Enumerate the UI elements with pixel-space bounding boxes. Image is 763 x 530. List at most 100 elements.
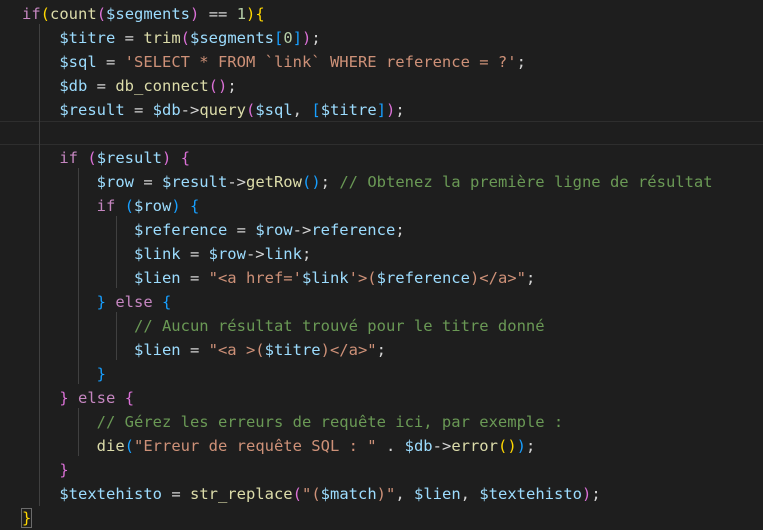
code-token: ,	[292, 101, 312, 119]
code-token: )"	[376, 485, 396, 503]
code-token: else	[106, 293, 153, 311]
code-token: $match	[320, 485, 377, 503]
code-token: 'SELECT * FROM `link` WHERE reference = …	[124, 53, 517, 71]
code-line[interactable]: }	[22, 458, 69, 482]
code-token: ()	[497, 437, 517, 455]
code-line[interactable]: $link = $row->link;	[22, 242, 311, 266]
code-token: "(	[301, 485, 321, 503]
code-token: (	[246, 101, 256, 119]
code-token: ;	[376, 341, 386, 359]
code-token: ->	[180, 101, 200, 119]
code-token: ;	[320, 173, 340, 191]
code-line[interactable]: } else {	[22, 290, 172, 314]
code-token: error	[451, 437, 498, 455]
code-token: $row	[208, 245, 246, 263]
code-token: die	[22, 437, 125, 455]
code-line[interactable]: // Gérez les erreurs de requête ici, par…	[22, 410, 564, 434]
code-token: .	[376, 437, 405, 455]
code-token: $titre	[320, 101, 377, 119]
code-token: )	[246, 5, 256, 23]
code-token: )	[190, 5, 200, 23]
code-token: ->	[245, 245, 265, 263]
code-token: // Obtenez la première ligne de résultat	[339, 173, 713, 191]
code-token: getRow	[245, 173, 302, 191]
code-editor[interactable]: if(count($segments) == 1){ $titre = trim…	[0, 0, 763, 528]
code-token: $reference	[376, 269, 470, 287]
code-line[interactable]: // Aucun résultat trouvé pour le titre d…	[22, 314, 545, 338]
code-token: $link	[301, 269, 349, 287]
code-token: reference	[311, 221, 396, 239]
code-token: $result	[161, 173, 228, 191]
code-token: str_replace	[189, 485, 293, 503]
code-token: }	[22, 461, 69, 479]
code-line[interactable]: if(count($segments) == 1){	[22, 2, 265, 26]
code-line[interactable]: $db = db_connect();	[22, 74, 236, 98]
code-token: ;	[525, 269, 536, 287]
code-token: )	[516, 437, 526, 455]
code-token: {	[124, 389, 135, 407]
code-token: ;	[591, 485, 601, 503]
code-line[interactable]: if ($row) {	[22, 194, 200, 218]
code-token: $textehisto	[479, 485, 582, 503]
code-line[interactable]: } else {	[22, 386, 134, 410]
code-token: }	[22, 293, 106, 311]
code-token: query	[199, 101, 246, 119]
code-token: ;	[395, 221, 405, 239]
code-line[interactable]: $lien = "<a >($titre)</a>";	[22, 338, 386, 362]
code-token: =	[115, 29, 144, 47]
code-token: )	[386, 101, 396, 119]
code-token: ;	[516, 53, 526, 71]
code-line[interactable]: }	[22, 362, 106, 386]
code-token: (	[124, 197, 135, 215]
code-token: ]	[376, 101, 387, 119]
code-token: "<a >(	[208, 341, 265, 359]
code-token: (	[180, 29, 190, 47]
code-token: =	[161, 485, 190, 503]
code-token: $link	[22, 245, 181, 263]
code-line[interactable]: $result = $db->query($sql, [$titre]);	[22, 98, 405, 122]
code-token: $result	[96, 149, 163, 167]
code-token: }	[20, 508, 33, 528]
code-token: $row	[22, 173, 134, 191]
code-token: link	[264, 245, 302, 263]
code-token: =	[227, 221, 256, 239]
code-token: if	[22, 149, 78, 167]
code-line[interactable]: $titre = trim($segments[0]);	[22, 26, 320, 50]
code-token: {	[255, 5, 265, 23]
code-line[interactable]: $lien = "<a href='$link'>($reference)</a…	[22, 266, 535, 290]
code-token: if	[22, 197, 116, 215]
code-token: ==	[199, 5, 237, 23]
code-token: $titre	[264, 341, 321, 359]
code-token: $reference	[22, 221, 228, 239]
code-token: (	[96, 5, 107, 23]
code-token: $segments	[106, 5, 191, 23]
code-line[interactable]: $reference = $row->reference;	[22, 218, 405, 242]
code-line[interactable]: }	[20, 506, 33, 530]
code-token: [	[274, 29, 284, 47]
code-token: =	[96, 53, 125, 71]
code-token: ;	[526, 437, 536, 455]
code-token: else	[68, 389, 116, 407]
code-token: =	[180, 269, 209, 287]
code-token: $row	[134, 197, 172, 215]
code-token: ;	[395, 101, 405, 119]
code-line[interactable]: if ($result) {	[22, 146, 190, 170]
code-token: $sql	[22, 53, 97, 71]
code-token: $db	[404, 437, 433, 455]
code-line[interactable]: $textehisto = str_replace("($match)", $l…	[22, 482, 601, 506]
code-token: "Erreur de requête SQL : "	[134, 437, 377, 455]
code-token: =	[133, 173, 162, 191]
code-token: $lien	[22, 269, 181, 287]
code-token: =	[180, 245, 209, 263]
code-token: $textehisto	[22, 485, 162, 503]
code-token: }	[22, 365, 106, 383]
code-token: =	[124, 101, 153, 119]
code-line[interactable]: $sql = 'SELECT * FROM `link` WHERE refer…	[22, 50, 526, 74]
code-token: $lien	[22, 341, 181, 359]
code-token: ->	[227, 173, 246, 191]
code-line[interactable]: die("Erreur de requête SQL : " . $db->er…	[22, 434, 536, 458]
code-token: (	[124, 437, 134, 455]
code-line[interactable]: $row = $result->getRow(); // Obtenez la …	[22, 170, 713, 194]
